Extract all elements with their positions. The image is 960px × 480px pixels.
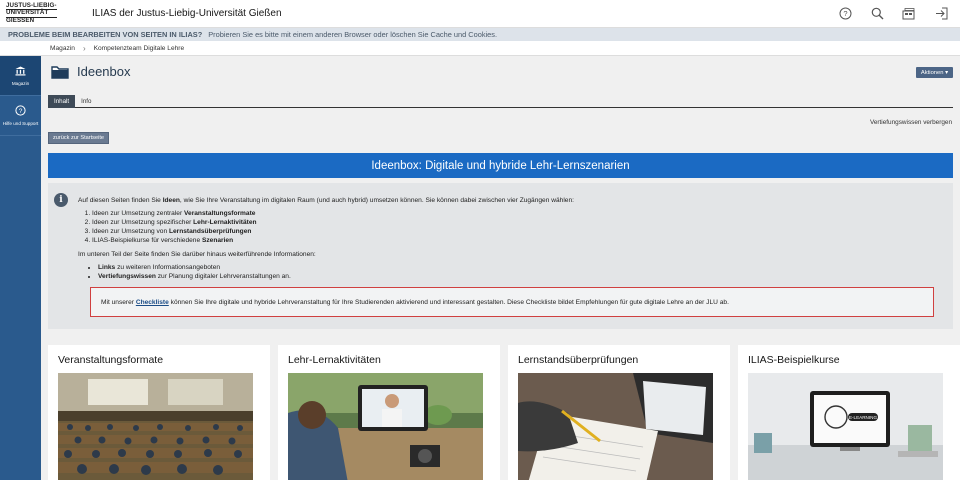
checklist-link[interactable]: Checkliste <box>136 299 169 306</box>
access-list: Ideen zur Umsetzung zentraler Veranstalt… <box>92 209 938 245</box>
sidebar-item-label: Magazin <box>11 80 30 86</box>
actions-dropdown-button[interactable]: Aktionen ▾ <box>915 67 953 78</box>
card-lernstandsueberpruefungen[interactable]: Lernstandsüberprüfungen <box>508 345 730 480</box>
folder-icon <box>51 65 69 79</box>
back-to-start-button[interactable]: zurück zur Startseite <box>48 132 109 144</box>
system-notice: PROBLEME BEIM BEARBEITEN VON SEITEN IN I… <box>0 28 960 41</box>
logout-icon[interactable] <box>934 6 948 20</box>
notice-text: Probieren Sie es bitte mit einem anderen… <box>208 30 498 39</box>
info-panel: i Auf diesen Seiten finden Sie Ideen, wi… <box>48 183 953 329</box>
info-intro: Auf diesen Seiten finden Sie Ideen, wie … <box>78 197 574 204</box>
list-item: Links zu weiteren Informationsangeboten <box>98 263 938 272</box>
notifications-icon[interactable] <box>902 6 916 20</box>
list-item: ILIAS-Beispielkurse für verschiedene Sze… <box>92 236 938 245</box>
checklist-callout: Mit unserer Checkliste können Sie Ihre d… <box>90 287 934 317</box>
card-ilias-beispielkurse[interactable]: ILIAS-Beispielkurse E-LEARNING <box>738 345 960 480</box>
video-call-image[interactable] <box>288 373 483 480</box>
chevron-right-icon: › <box>82 43 86 53</box>
page-title: Ideenbox <box>77 64 131 79</box>
svg-text:?: ? <box>843 9 847 18</box>
toggle-vertiefungswissen-link[interactable]: Vertiefungswissen verbergen <box>870 119 952 126</box>
sidebar-item-label: Hilfe und Support <box>2 121 39 126</box>
university-logo[interactable]: JUSTUS-LIEBIG- UNIVERSITÄT GIESSEN <box>6 2 76 26</box>
help-circle-icon: ? <box>15 105 26 117</box>
page-banner: Ideenbox: Digitale und hybride Lehr-Lern… <box>48 153 953 178</box>
card-lehr-lernaktivitaeten[interactable]: Lehr-Lernaktivitäten <box>278 345 500 480</box>
sidebar-item-magazin[interactable]: Magazin <box>0 56 41 96</box>
card-title[interactable]: ILIAS-Beispielkurse <box>748 354 840 366</box>
list-item: Ideen zur Umsetzung von Lernstandsüberpr… <box>92 227 938 236</box>
help-icon[interactable]: ? <box>838 6 852 20</box>
info-more-text: Im unteren Teil der Seite finden Sie dar… <box>78 251 316 258</box>
card-row: Veranstaltungsformate Lehr-Lernaktivität… <box>48 345 960 480</box>
lecture-hall-image[interactable] <box>58 373 253 480</box>
tab-inhalt[interactable]: Inhalt <box>48 95 76 108</box>
tab-bar: Inhalt Info <box>48 95 953 108</box>
sidebar-item-hilfe[interactable]: ? Hilfe und Support <box>0 96 41 136</box>
card-title[interactable]: Lernstandsüberprüfungen <box>518 354 638 366</box>
breadcrumb: Magazin › Kompetenzteam Digitale Lehre <box>0 41 960 56</box>
main-bar: Magazin ? Hilfe und Support <box>0 56 41 480</box>
e-learning-image[interactable]: E-LEARNING <box>748 373 943 480</box>
svg-text:?: ? <box>19 108 23 115</box>
card-veranstaltungsformate[interactable]: Veranstaltungsformate <box>48 345 270 480</box>
card-title[interactable]: Lehr-Lernaktivitäten <box>288 354 381 366</box>
list-item: Ideen zur Umsetzung zentraler Veranstalt… <box>92 209 938 218</box>
list-item: Vertiefungswissen zur Planung digitaler … <box>98 272 938 281</box>
main-content: Ideenbox Aktionen ▾ Inhalt Info Vertiefu… <box>41 56 960 480</box>
writing-notes-image[interactable] <box>518 373 713 480</box>
breadcrumb-item-kompetenzteam[interactable]: Kompetenzteam Digitale Lehre <box>94 45 185 52</box>
breadcrumb-item-magazin[interactable]: Magazin <box>50 45 75 52</box>
notice-title: PROBLEME BEIM BEARBEITEN VON SEITEN IN I… <box>8 30 203 39</box>
card-title[interactable]: Veranstaltungsformate <box>58 354 163 366</box>
repository-icon <box>15 66 26 77</box>
tab-info[interactable]: Info <box>75 95 97 108</box>
top-bar: JUSTUS-LIEBIG- UNIVERSITÄT GIESSEN ILIAS… <box>0 0 960 28</box>
svg-text:E-LEARNING: E-LEARNING <box>849 415 878 420</box>
list-item: Ideen zur Umsetzung spezifischer Lehr-Le… <box>92 218 938 227</box>
more-info-list: Links zu weiteren Informationsangeboten … <box>98 263 938 281</box>
info-icon: i <box>54 193 68 207</box>
search-icon[interactable] <box>870 6 884 20</box>
installation-title[interactable]: ILIAS der Justus-Liebig-Universität Gieß… <box>92 8 282 19</box>
logo-line-3: GIESSEN <box>6 16 35 24</box>
